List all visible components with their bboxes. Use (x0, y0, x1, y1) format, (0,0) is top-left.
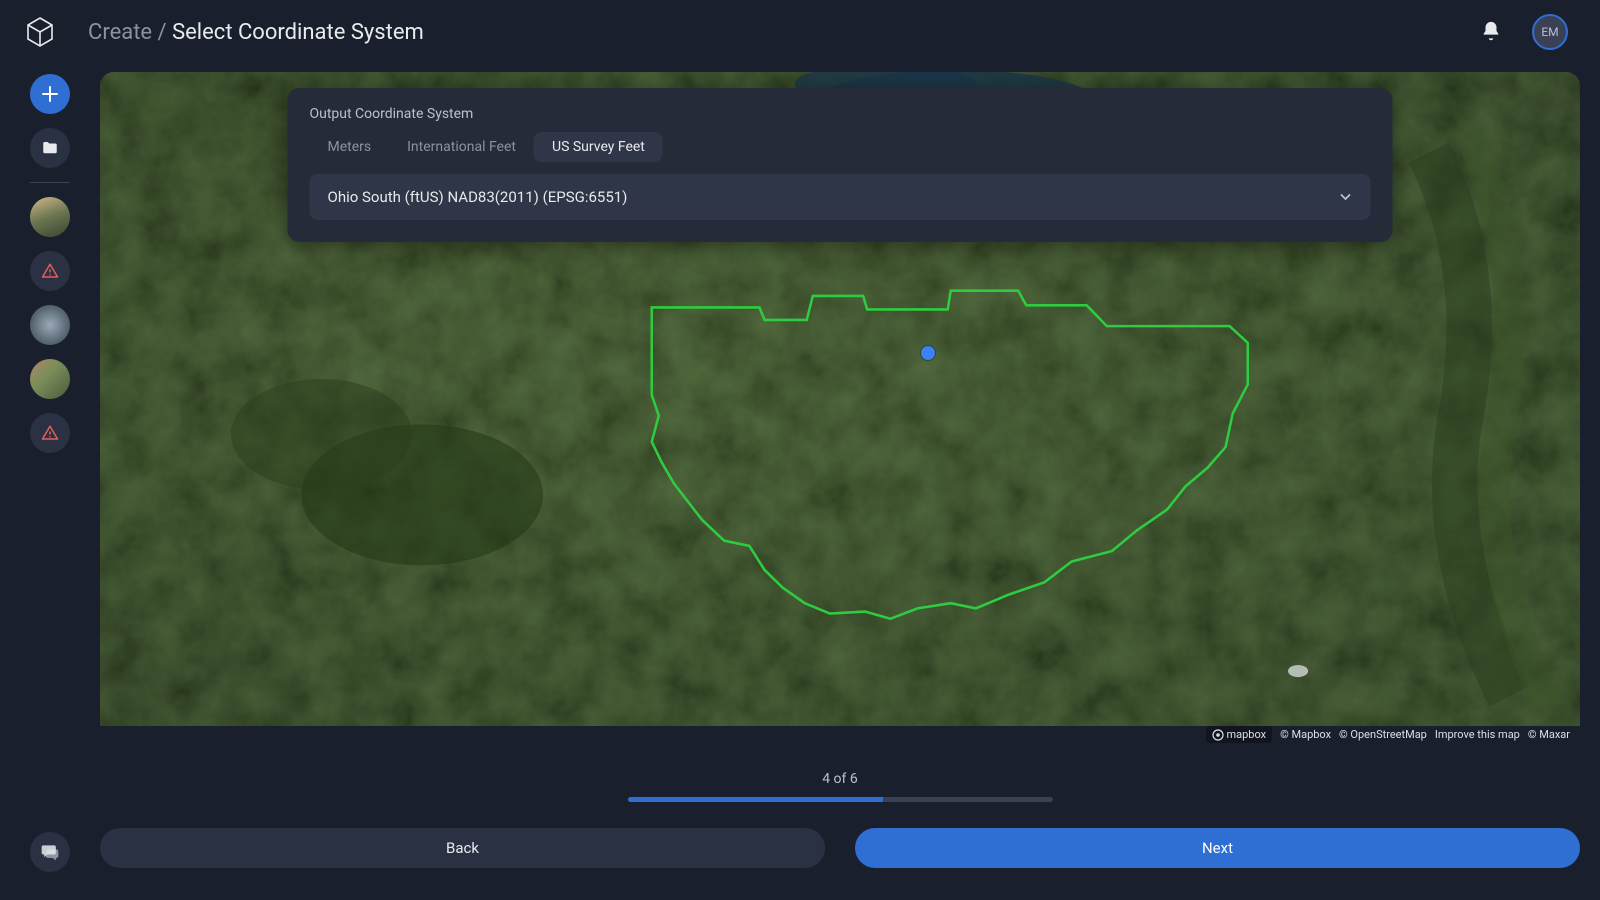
panel-title: Output Coordinate System (310, 106, 1371, 122)
folder-button[interactable] (30, 128, 70, 168)
select-value: Ohio South (ftUS) NAD83(2011) (EPSG:6551… (328, 188, 628, 206)
coordinate-system-panel: Output Coordinate System Meters Internat… (288, 88, 1393, 242)
sidebar (0, 64, 100, 900)
page-title: Select Coordinate System (172, 20, 424, 45)
map-canvas[interactable]: Output Coordinate System Meters Internat… (100, 72, 1580, 749)
app-logo-icon[interactable] (20, 12, 60, 52)
project-warning-1[interactable] (30, 251, 70, 291)
avatar-initials: EM (1541, 25, 1558, 39)
project-thumb-3[interactable] (30, 359, 70, 399)
project-thumb-2[interactable] (30, 305, 70, 345)
breadcrumb: Create / Select Coordinate System (88, 20, 424, 45)
sidebar-divider (30, 182, 70, 183)
breadcrumb-prefix: Create / (88, 20, 172, 45)
attr-improve[interactable]: Improve this map (1435, 728, 1520, 741)
chat-button[interactable] (30, 832, 70, 872)
attr-mapbox[interactable]: © Mapbox (1280, 728, 1331, 741)
tab-international-feet[interactable]: International Feet (389, 132, 534, 162)
back-button[interactable]: Back (100, 828, 825, 868)
tab-meters[interactable]: Meters (310, 132, 390, 162)
next-button[interactable]: Next (855, 828, 1580, 868)
tab-us-survey-feet[interactable]: US Survey Feet (534, 132, 663, 162)
user-avatar[interactable]: EM (1532, 14, 1568, 50)
progress-bar (628, 797, 1053, 802)
add-button[interactable] (30, 74, 70, 114)
coordinate-system-select[interactable]: Ohio South (ftUS) NAD83(2011) (EPSG:6551… (310, 174, 1371, 220)
unit-tabs: Meters International Feet US Survey Feet (310, 132, 1371, 162)
map-attribution: mapbox © Mapbox © OpenStreetMap Improve … (1206, 726, 1571, 743)
progress-fill (628, 797, 883, 802)
mapbox-logo-icon[interactable]: mapbox (1206, 726, 1273, 743)
step-indicator: 4 of 6 (822, 771, 858, 787)
attr-osm[interactable]: © OpenStreetMap (1339, 728, 1427, 741)
chevron-down-icon (1339, 190, 1353, 204)
attr-maxar[interactable]: © Maxar (1528, 728, 1570, 741)
notifications-bell-icon[interactable] (1480, 20, 1504, 44)
project-warning-2[interactable] (30, 413, 70, 453)
project-thumb-1[interactable] (30, 197, 70, 237)
